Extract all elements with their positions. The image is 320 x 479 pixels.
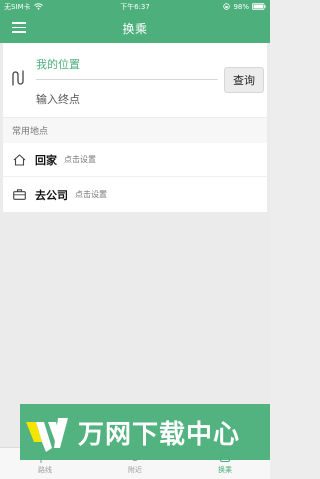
route-card: 我的位置 输入终点 查询 [3, 43, 267, 117]
nav-bar: 换乘 [0, 13, 270, 43]
watermark-text: 万网下载中心 [78, 419, 241, 450]
tab-label: 附近 [128, 466, 142, 474]
app-screen: 无SIM卡 下午6:37 98% 换乘 我的位置 输入终点 查询 常用地点 回家… [0, 0, 270, 479]
place-name: 回家 [35, 153, 57, 167]
query-button[interactable]: 查询 [224, 67, 264, 93]
common-places-header: 常用地点 [3, 118, 267, 143]
place-hint: 点击设置 [75, 190, 107, 199]
place-home-row[interactable]: 回家 点击设置 [3, 143, 267, 177]
page-title: 换乘 [122, 22, 148, 36]
place-work-row[interactable]: 去公司 点击设置 [3, 177, 267, 212]
route-divider [36, 79, 218, 80]
place-hint: 点击设置 [64, 155, 96, 164]
status-bar: 无SIM卡 下午6:37 98% [0, 0, 270, 13]
watermark-banner: 万网下载中心 [20, 404, 270, 460]
route-swap-icon[interactable] [10, 70, 24, 90]
tab-label: 换乘 [218, 466, 232, 474]
status-time: 下午6:37 [120, 2, 150, 11]
destination-input[interactable]: 输入终点 [36, 91, 80, 107]
briefcase-icon [3, 189, 35, 200]
tab-label: 路线 [38, 466, 52, 474]
place-name: 去公司 [35, 188, 68, 202]
home-icon [3, 153, 35, 166]
origin-field[interactable]: 我的位置 [36, 56, 80, 72]
common-places-list: 回家 点击设置 去公司 点击设置 [3, 143, 267, 212]
watermark-logo-icon [22, 404, 78, 460]
